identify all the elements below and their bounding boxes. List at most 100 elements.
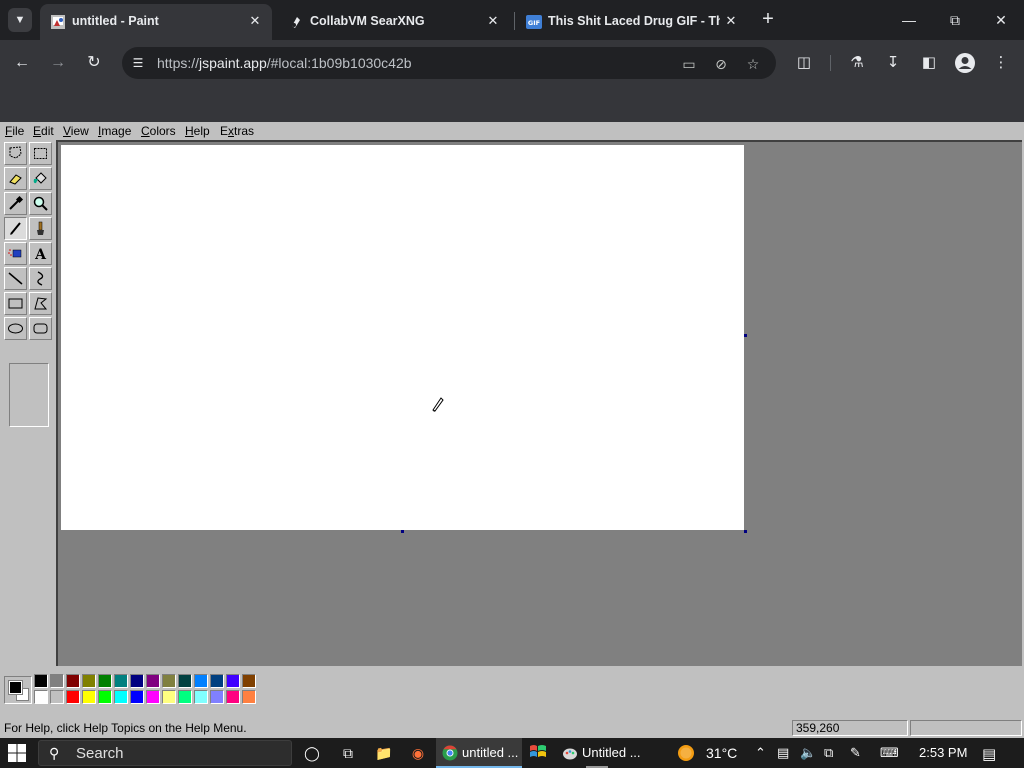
drawing-canvas[interactable] bbox=[61, 145, 744, 530]
palette-swatch[interactable] bbox=[194, 690, 208, 704]
flask-icon[interactable]: ⚗ bbox=[846, 52, 868, 74]
palette-swatch[interactable] bbox=[34, 674, 48, 688]
menu-help[interactable]: Help bbox=[185, 124, 210, 138]
tool-rounded-rectangle[interactable] bbox=[29, 317, 52, 340]
tool-options-panel[interactable] bbox=[9, 363, 49, 427]
volume-muted-icon[interactable]: 🔈 bbox=[800, 745, 816, 761]
network-icon[interactable]: ▤ bbox=[777, 745, 789, 761]
tool-curve[interactable] bbox=[29, 267, 52, 290]
palette-swatch[interactable] bbox=[50, 690, 64, 704]
palette-swatch[interactable] bbox=[242, 674, 256, 688]
palette-swatch[interactable] bbox=[34, 690, 48, 704]
weather-icon[interactable] bbox=[676, 743, 696, 763]
current-colors[interactable] bbox=[4, 676, 32, 704]
tune-icon[interactable]: ☰ bbox=[130, 55, 146, 71]
tab-searxng[interactable]: CollabVM SearXNG ✕ bbox=[278, 4, 510, 40]
palette-swatch[interactable] bbox=[242, 690, 256, 704]
tool-line[interactable] bbox=[4, 267, 27, 290]
download-icon[interactable]: ↧ bbox=[882, 52, 904, 74]
eye-off-icon[interactable]: ⊘ bbox=[712, 55, 730, 73]
palette-swatch[interactable] bbox=[194, 674, 208, 688]
tool-magnifier[interactable] bbox=[29, 192, 52, 215]
palette-swatch[interactable] bbox=[98, 674, 112, 688]
palette-swatch[interactable] bbox=[210, 690, 224, 704]
address-bar[interactable]: ☰ https://jspaint.app/#local:1b09b1030c4… bbox=[122, 47, 776, 79]
close-window-button[interactable]: ✕ bbox=[978, 0, 1024, 40]
windows-xp-icon[interactable] bbox=[528, 743, 548, 763]
palette-swatch[interactable] bbox=[178, 674, 192, 688]
restore-button[interactable]: ⧉ bbox=[932, 0, 978, 40]
resize-handle-corner[interactable] bbox=[744, 530, 747, 533]
install-app-icon[interactable]: ▭ bbox=[680, 55, 698, 73]
forward-button[interactable]: → bbox=[47, 52, 69, 74]
reload-button[interactable]: ↻ bbox=[83, 52, 105, 74]
tool-ellipse[interactable] bbox=[4, 317, 27, 340]
display-icon[interactable]: ⧉ bbox=[824, 745, 833, 761]
pen-icon[interactable]: ✎ bbox=[850, 745, 861, 761]
palette-swatch[interactable] bbox=[226, 674, 240, 688]
clock-time[interactable]: 2:53 PM bbox=[919, 745, 967, 760]
close-icon[interactable]: ✕ bbox=[246, 12, 264, 30]
palette-swatch[interactable] bbox=[146, 690, 160, 704]
keyboard-icon[interactable]: ⌨ bbox=[880, 745, 899, 761]
tool-text[interactable]: A bbox=[29, 242, 52, 265]
close-icon[interactable]: ✕ bbox=[484, 12, 502, 30]
palette-swatch[interactable] bbox=[130, 674, 144, 688]
taskbar-app-chrome[interactable]: untitled ... bbox=[436, 738, 522, 768]
notification-icon[interactable]: ▤ bbox=[982, 745, 996, 763]
task-view-icon[interactable]: ⧉ bbox=[338, 743, 358, 763]
chevron-up-icon[interactable]: ⌃ bbox=[755, 745, 766, 761]
palette-swatch[interactable] bbox=[98, 690, 112, 704]
palette-swatch[interactable] bbox=[50, 674, 64, 688]
tool-rectangle[interactable] bbox=[4, 292, 27, 315]
puzzle-icon[interactable]: ◫ bbox=[793, 52, 815, 74]
new-tab-button[interactable]: + bbox=[757, 8, 779, 30]
palette-swatch[interactable] bbox=[82, 690, 96, 704]
menu-file[interactable]: File bbox=[5, 124, 24, 138]
side-panel-icon[interactable]: ◧ bbox=[918, 52, 940, 74]
tool-select[interactable] bbox=[29, 142, 52, 165]
palette-swatch[interactable] bbox=[146, 674, 160, 688]
menu-view[interactable]: View bbox=[63, 124, 89, 138]
taskbar-app-paint[interactable]: Untitled ... bbox=[556, 738, 641, 768]
minimize-button[interactable]: — bbox=[886, 0, 932, 40]
menu-colors[interactable]: Colors bbox=[141, 124, 176, 138]
menu-extras[interactable]: Extras bbox=[220, 124, 254, 138]
palette-swatch[interactable] bbox=[226, 690, 240, 704]
windows-start-icon[interactable] bbox=[8, 744, 26, 762]
file-explorer-icon[interactable]: 📁 bbox=[374, 743, 394, 763]
palette-swatch[interactable] bbox=[162, 690, 176, 704]
resize-handle-right[interactable] bbox=[744, 334, 747, 337]
palette-swatch[interactable] bbox=[114, 690, 128, 704]
weather-temperature[interactable]: 31°C bbox=[706, 745, 737, 761]
tab-search-button[interactable]: ▼ bbox=[8, 8, 32, 32]
tool-airbrush[interactable] bbox=[4, 242, 27, 265]
palette-swatch[interactable] bbox=[178, 690, 192, 704]
palette-swatch[interactable] bbox=[162, 674, 176, 688]
menu-edit[interactable]: Edit bbox=[33, 124, 54, 138]
tab-paint[interactable]: untitled - Paint ✕ bbox=[40, 4, 272, 40]
close-icon[interactable]: ✕ bbox=[722, 12, 740, 30]
tab-gif[interactable]: GIF This Shit Laced Drug GIF - This ✕ bbox=[516, 4, 748, 40]
tool-brush[interactable] bbox=[29, 217, 52, 240]
star-icon[interactable]: ☆ bbox=[744, 55, 762, 73]
tool-polygon[interactable] bbox=[29, 292, 52, 315]
palette-swatch[interactable] bbox=[210, 674, 224, 688]
back-button[interactable]: ← bbox=[11, 52, 33, 74]
cortana-icon[interactable]: ◯ bbox=[302, 743, 322, 763]
palette-swatch[interactable] bbox=[114, 674, 128, 688]
taskbar-search[interactable]: ⚲ Search bbox=[38, 740, 292, 766]
menu-image[interactable]: Image bbox=[98, 124, 131, 138]
profile-icon[interactable] bbox=[954, 52, 976, 74]
tool-eraser[interactable] bbox=[4, 167, 27, 190]
tool-free-form-select[interactable] bbox=[4, 142, 27, 165]
tool-pencil[interactable] bbox=[4, 217, 27, 240]
palette-swatch[interactable] bbox=[66, 690, 80, 704]
palette-swatch[interactable] bbox=[130, 690, 144, 704]
tool-pick-color[interactable] bbox=[4, 192, 27, 215]
kebab-menu-icon[interactable]: ⋮ bbox=[990, 52, 1012, 74]
resize-handle-bottom[interactable] bbox=[401, 530, 404, 533]
firefox-icon[interactable]: ◉ bbox=[408, 743, 428, 763]
palette-swatch[interactable] bbox=[82, 674, 96, 688]
tool-fill[interactable] bbox=[29, 167, 52, 190]
